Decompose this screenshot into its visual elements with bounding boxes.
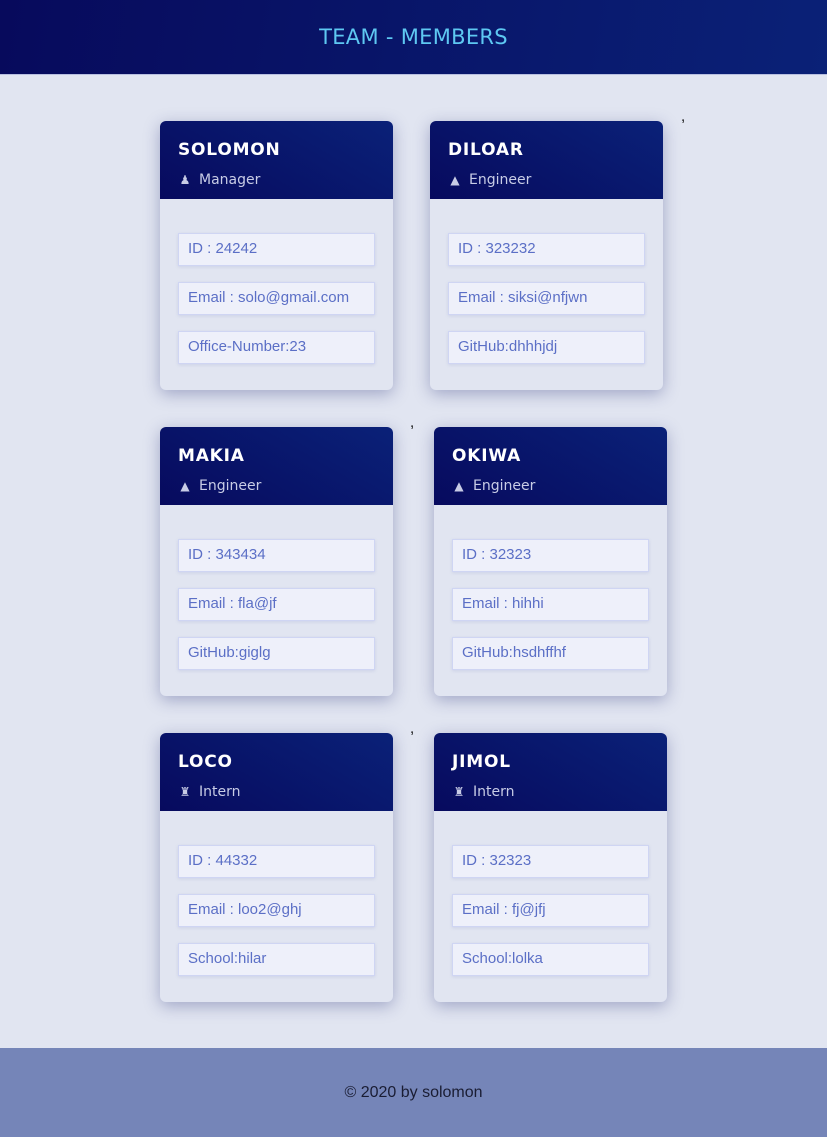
separator-comma: , xyxy=(410,720,415,737)
member-extra-info: GitHub:dhhhjdj xyxy=(448,331,645,364)
member-email[interactable]: Email : solo@gmail.com xyxy=(178,282,375,315)
engineer-icon: ▲ xyxy=(454,479,464,493)
member-role: ♜ Intern xyxy=(452,784,649,800)
page-footer: © 2020 by solomon xyxy=(0,1048,827,1137)
member-role: ▲ Engineer xyxy=(452,478,649,494)
role-label: Intern xyxy=(473,784,515,800)
member-name: LOCO xyxy=(178,752,233,772)
member-extra-info: GitHub:giglg xyxy=(178,637,375,670)
member-email[interactable]: Email : fj@jfj xyxy=(452,894,649,927)
separator-comma: , xyxy=(681,108,686,125)
member-extra-info: Office-Number:23 xyxy=(178,331,375,364)
member-name: JIMOL xyxy=(452,752,511,772)
member-extra-info: School:lolka xyxy=(452,943,649,976)
role-label: Engineer xyxy=(469,172,532,188)
member-name: SOLOMON xyxy=(178,140,281,160)
member-email[interactable]: Email : loo2@ghj xyxy=(178,894,375,927)
member-email[interactable]: Email : siksi@nfjwn xyxy=(448,282,645,315)
card-header: JIMOL ♜ Intern xyxy=(434,733,667,811)
member-id: ID : 44332 xyxy=(178,845,375,878)
member-role: ♜ Intern xyxy=(178,784,375,800)
member-id: ID : 32323 xyxy=(452,845,649,878)
separator-comma: , xyxy=(410,414,415,431)
member-card: MAKIA ▲ Engineer ID : 343434 Email : fla@… xyxy=(160,427,393,696)
card-header: DILOAR ▲ Engineer xyxy=(430,121,663,199)
member-id: ID : 24242 xyxy=(178,233,375,266)
member-name: MAKIA xyxy=(178,446,245,466)
intern-icon: ♜ xyxy=(179,785,191,799)
member-id: ID : 343434 xyxy=(178,539,375,572)
role-label: Manager xyxy=(199,172,261,188)
member-role: ♟ Manager xyxy=(178,172,375,188)
member-email[interactable]: Email : fla@jf xyxy=(178,588,375,621)
card-header: SOLOMON ♟ Manager xyxy=(160,121,393,199)
member-extra-info: GitHub:hsdhffhf xyxy=(452,637,649,670)
page-title: TEAM - MEMBERS xyxy=(319,25,508,49)
member-name: OKIWA xyxy=(452,446,522,466)
intern-icon: ♜ xyxy=(453,785,465,799)
member-id: ID : 323232 xyxy=(448,233,645,266)
member-role: ▲ Engineer xyxy=(178,478,375,494)
member-card: LOCO ♜ Intern ID : 44332 Email : loo2@ghj… xyxy=(160,733,393,1002)
member-extra-info: School:hilar xyxy=(178,943,375,976)
member-role: ▲ Engineer xyxy=(448,172,645,188)
card-header: LOCO ♜ Intern xyxy=(160,733,393,811)
member-card: SOLOMON ♟ Manager ID : 24242 Email : solo… xyxy=(160,121,393,390)
member-id: ID : 32323 xyxy=(452,539,649,572)
member-card: OKIWA ▲ Engineer ID : 32323 Email : hihhi… xyxy=(434,427,667,696)
manager-icon: ♟ xyxy=(179,173,191,187)
card-header: OKIWA ▲ Engineer xyxy=(434,427,667,505)
engineer-icon: ▲ xyxy=(450,173,460,187)
role-label: Engineer xyxy=(473,478,536,494)
member-email[interactable]: Email : hihhi xyxy=(452,588,649,621)
card-header: MAKIA ▲ Engineer xyxy=(160,427,393,505)
role-label: Intern xyxy=(199,784,241,800)
member-name: DILOAR xyxy=(448,140,524,160)
member-card: JIMOL ♜ Intern ID : 32323 Email : fj@jfj … xyxy=(434,733,667,1002)
member-card: DILOAR ▲ Engineer ID : 323232 Email : sik… xyxy=(430,121,663,390)
page-header: TEAM - MEMBERS xyxy=(0,0,827,75)
engineer-icon: ▲ xyxy=(180,479,190,493)
footer-copyright: © 2020 by solomon xyxy=(344,1083,483,1101)
role-label: Engineer xyxy=(199,478,262,494)
